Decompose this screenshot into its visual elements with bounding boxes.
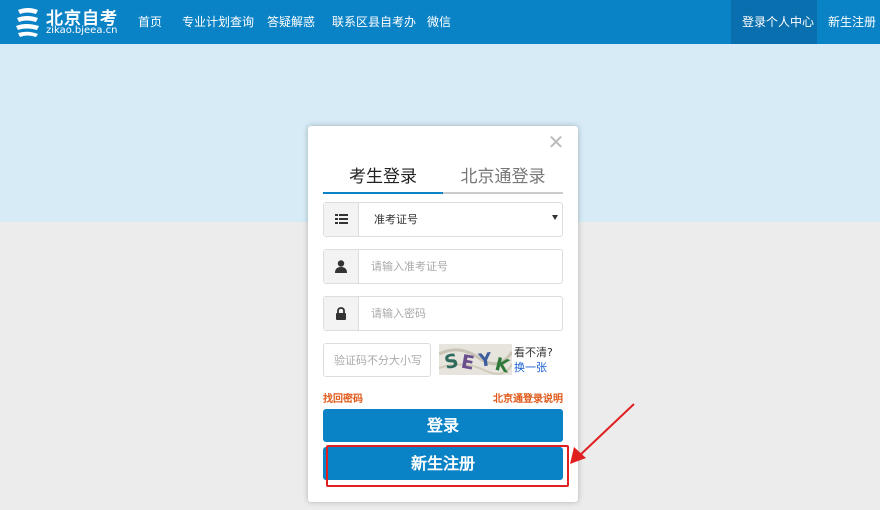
nav-register[interactable]: 新生注册 <box>828 0 876 44</box>
lock-icon <box>336 307 346 320</box>
logo-book-icon <box>16 8 39 37</box>
bjt-help-link[interactable]: 北京通登录说明 <box>493 390 563 405</box>
nav-login-center[interactable]: 登录个人中心 <box>742 0 814 44</box>
nav-major-plan[interactable]: 专业计划查询 <box>182 0 254 44</box>
nav-faq[interactable]: 答疑解惑 <box>267 0 315 44</box>
login-button[interactable]: 登录 <box>323 409 563 442</box>
nav-home[interactable]: 首页 <box>138 0 162 44</box>
tab-bjt-login[interactable]: 北京通登录 <box>443 162 563 192</box>
annotation-arrow-icon <box>570 403 635 464</box>
close-icon[interactable]: ✕ <box>546 130 566 154</box>
password-field <box>323 296 563 331</box>
forgot-password-link[interactable]: 找回密码 <box>323 390 363 405</box>
list-icon <box>335 214 348 224</box>
nav-wechat[interactable]: 微信 <box>427 0 451 44</box>
user-icon <box>335 260 347 273</box>
username-field <box>323 249 563 284</box>
password-addon <box>324 297 359 330</box>
site-logo[interactable]: 北京自考 zikao.bjeea.cn <box>14 4 126 40</box>
id-type-value: 准考证号 <box>374 213 418 226</box>
password-input[interactable] <box>360 297 560 330</box>
nav-district-office[interactable]: 联系区县自考办 <box>332 0 416 44</box>
chevron-down-icon <box>552 215 558 220</box>
tab-underline <box>443 192 563 194</box>
id-type-select[interactable]: 准考证号 <box>323 202 563 237</box>
tab-student-login[interactable]: 考生登录 <box>323 162 443 192</box>
captcha-refresh-link[interactable]: 换一张 <box>514 359 547 375</box>
username-addon <box>324 250 359 283</box>
captcha-unclear-text: 看不清? <box>514 346 553 359</box>
captcha-image[interactable]: S E Y K <box>439 344 512 375</box>
id-type-addon <box>324 203 359 236</box>
captcha-input[interactable] <box>323 343 431 377</box>
logo-subtitle: zikao.bjeea.cn <box>46 25 118 36</box>
username-input[interactable] <box>360 250 560 283</box>
annotation-highlight-box <box>326 445 569 487</box>
tab-active-underline <box>323 192 443 194</box>
top-navbar: 北京自考 zikao.bjeea.cn 首页 专业计划查询 答疑解惑 联系区县自… <box>0 0 880 44</box>
